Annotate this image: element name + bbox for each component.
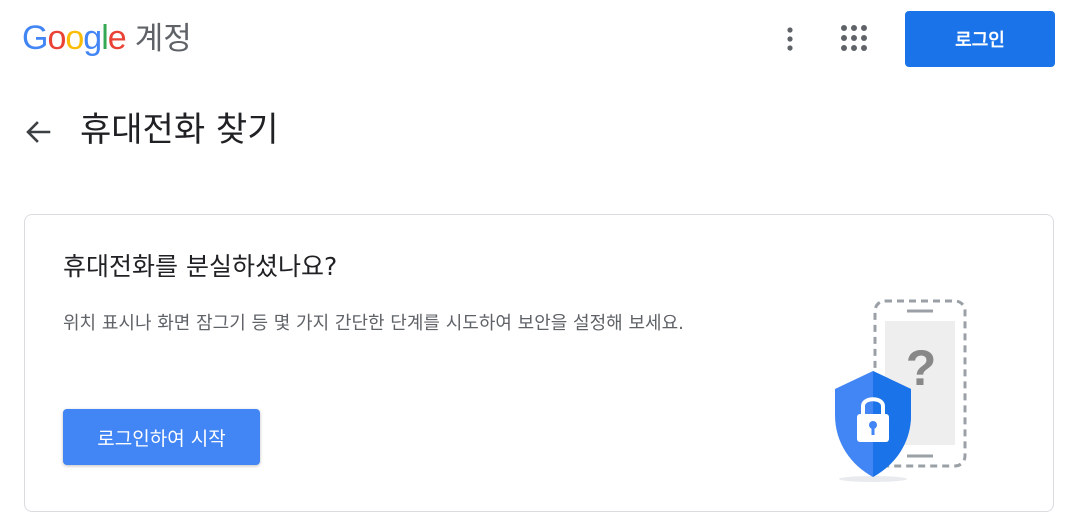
- more-options-button[interactable]: [774, 22, 806, 54]
- page-title: 휴대전화 찾기: [80, 110, 279, 150]
- logo-letter: o: [47, 19, 66, 57]
- logo-letter: o: [65, 19, 84, 57]
- logo-product-name: 계정: [134, 21, 192, 57]
- logo-letter: g: [83, 19, 102, 57]
- signin-to-start-button[interactable]: 로그인하여 시작: [63, 409, 260, 465]
- more-vertical-icon: [787, 27, 793, 51]
- signin-button[interactable]: 로그인: [905, 11, 1055, 67]
- card-title: 휴대전화를 분실하셨나요?: [63, 252, 338, 281]
- google-apps-button[interactable]: [838, 22, 872, 56]
- lost-phone-illustration: ?: [835, 299, 967, 482]
- card-description: 위치 표시나 화면 잠그기 등 몇 가지 간단한 단계를 시도하여 보안을 설정…: [63, 313, 684, 334]
- question-mark-icon: ?: [906, 340, 937, 396]
- logo-letter: G: [22, 19, 48, 57]
- app-header: Google 계정 로그인: [0, 0, 1090, 80]
- back-button[interactable]: [22, 116, 54, 148]
- shield-lock-icon: [835, 371, 911, 477]
- google-logo: Google: [22, 18, 127, 58]
- logo-letter: e: [107, 19, 127, 57]
- apps-grid-icon: [841, 25, 867, 51]
- google-account-logo[interactable]: Google 계정: [22, 18, 192, 59]
- arrow-back-icon: [26, 121, 51, 143]
- lost-phone-card: 휴대전화를 분실하셨나요? 위치 표시나 화면 잠그기 등 몇 가지 간단한 단…: [24, 214, 1054, 512]
